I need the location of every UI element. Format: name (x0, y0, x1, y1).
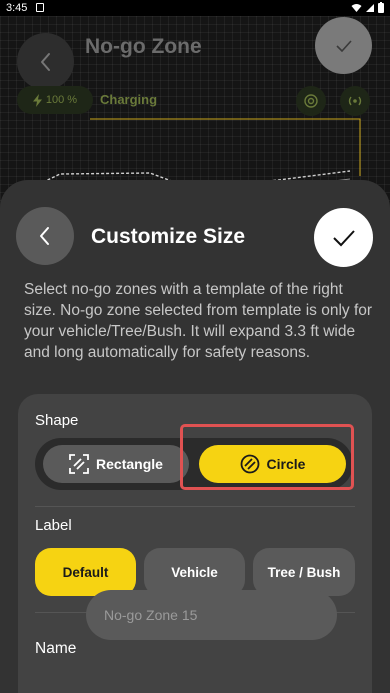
battery-indicator: 100 % (17, 86, 93, 114)
back-button[interactable] (16, 207, 74, 265)
target-icon (304, 94, 318, 108)
settings-card: Shape Rectangle Circle Label Default Veh… (18, 394, 372, 693)
shape-option-rectangle-label: Rectangle (96, 456, 163, 472)
battery-status-icon (378, 2, 384, 13)
divider (35, 506, 355, 507)
notification-icon (36, 3, 44, 12)
charging-status: Charging (100, 92, 158, 107)
chevron-left-icon (40, 52, 50, 71)
label-option-vehicle[interactable]: Vehicle (144, 548, 245, 596)
check-icon (335, 39, 352, 52)
confirm-button[interactable] (314, 208, 373, 267)
label-section-label: Label (35, 517, 72, 534)
zone-name-input[interactable] (86, 590, 337, 640)
name-label: Name (35, 640, 77, 657)
shape-label: Shape (35, 412, 79, 429)
background-page-title: No-go Zone (85, 35, 202, 58)
status-bar: 3:45 (0, 0, 390, 16)
background-confirm-button[interactable] (315, 17, 372, 74)
broadcast-signal-icon[interactable] (340, 86, 370, 116)
lightning-icon (32, 93, 42, 107)
chevron-left-icon (40, 227, 49, 245)
selection-highlight (180, 424, 354, 490)
signal-icon (366, 3, 374, 12)
background-back-button[interactable] (17, 33, 74, 90)
label-option-default[interactable]: Default (35, 548, 136, 596)
sheet-description: Select no-go zones with a template of th… (24, 281, 373, 361)
gps-signal-icon[interactable] (296, 86, 326, 116)
sheet-title: Customize Size (91, 225, 246, 248)
customize-size-sheet: Customize Size Select no-go zones with a… (0, 180, 390, 693)
status-icons (351, 2, 384, 13)
label-option-tree-bush[interactable]: Tree / Bush (253, 548, 355, 596)
shape-option-rectangle[interactable]: Rectangle (43, 445, 189, 483)
status-time: 3:45 (6, 2, 28, 14)
rectangle-shape-icon (69, 454, 89, 474)
battery-percentage: 100 % (45, 94, 78, 106)
broadcast-icon (348, 96, 362, 106)
wifi-icon (351, 3, 362, 12)
check-icon (332, 229, 355, 246)
